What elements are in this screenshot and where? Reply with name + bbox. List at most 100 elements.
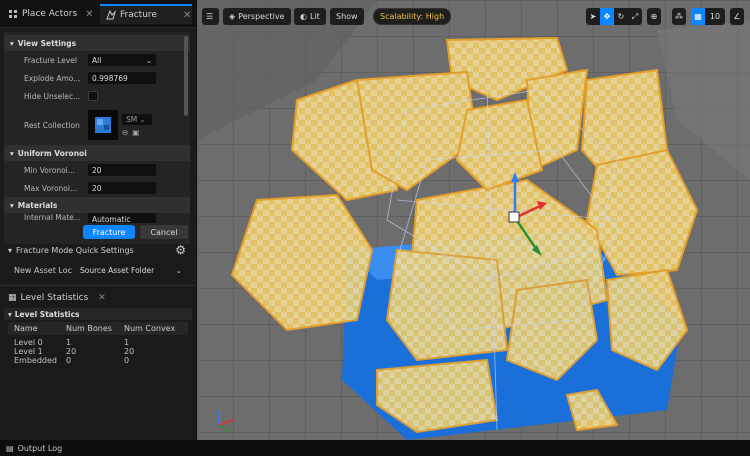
scrollbar[interactable] [184, 36, 188, 116]
table-row[interactable]: Level 1 20 20 [8, 347, 188, 356]
table-cell: Level 0 [14, 338, 43, 347]
section-materials[interactable]: ▾ Materials [4, 197, 190, 213]
internal-material-select[interactable]: Automatic [88, 213, 156, 223]
asset-actions: ⊖ ▣ [122, 128, 152, 137]
perspective-button[interactable]: ◈ Perspective [223, 8, 291, 25]
browse-icon[interactable]: ⊖ [122, 128, 128, 137]
show-label: Show [336, 12, 358, 21]
fracture-panel: ▾ View Settings Fracture Level All ⌄ Exp… [4, 32, 190, 244]
grid-size-value[interactable]: 10 [705, 8, 725, 25]
new-asset-select[interactable]: Source Asset Folder ⌄ [76, 263, 186, 277]
viewport[interactable]: ☰ ◈ Perspective ◐ Lit Show Scalability: … [197, 0, 750, 440]
lit-icon: ◐ [300, 12, 307, 21]
table-cell: 1 [124, 338, 130, 347]
gear-icon[interactable]: ⚙ [175, 243, 186, 257]
select-mode-button[interactable]: ➤ [586, 8, 600, 25]
chevron-down-icon: ▾ [10, 148, 14, 158]
close-icon[interactable]: ✕ [183, 10, 191, 21]
min-voronoi-label: Min Voronoi... [24, 165, 75, 175]
fracture-icon [106, 9, 117, 20]
column-header: Num Convex [124, 324, 176, 333]
close-icon[interactable]: ✕ [85, 9, 93, 20]
scene [197, 0, 750, 440]
section-level-statistics[interactable]: ▾ Level Statistics [4, 308, 192, 320]
world-local-button[interactable]: ⊕ [647, 8, 661, 25]
hide-unselected-checkbox[interactable] [88, 91, 98, 101]
fracture-button[interactable]: Fracture [83, 225, 135, 239]
lit-button[interactable]: ◐ Lit [294, 8, 326, 25]
section-view-settings[interactable]: ▾ View Settings [4, 35, 190, 51]
chevron-down-icon: ⌄ [145, 55, 152, 65]
viewport-toolbar: ☰ ◈ Perspective ◐ Lit Show Scalability: … [197, 0, 750, 32]
new-asset-label: New Asset Loc [14, 265, 72, 275]
rest-collection-thumbnail[interactable] [88, 110, 118, 140]
perspective-label: Perspective [238, 12, 285, 21]
max-voronoi-input[interactable]: 20 [88, 182, 156, 194]
scale-icon: ⤢ [631, 11, 639, 21]
translate-mode-button[interactable]: ✥ [600, 8, 614, 25]
quick-settings-title: Fracture Mode Quick Settings [16, 245, 134, 255]
rotation-snap-button[interactable]: ∠ [730, 8, 744, 25]
explode-label: Explode Amo... [24, 73, 81, 83]
table-row[interactable]: Embedded 0 0 [8, 356, 188, 365]
section-label: Materials [17, 200, 58, 210]
min-voronoi-row: Min Voronoi... 20 [4, 161, 190, 179]
table-cell: Embedded [14, 356, 58, 365]
output-log-icon: ▤ [6, 443, 14, 453]
chevron-down-icon: ▾ [10, 200, 14, 210]
internal-material-row: Internal Mate... Automatic [4, 213, 190, 223]
move-icon: ✥ [603, 12, 611, 21]
section-label: Uniform Voronoi [17, 148, 87, 158]
cancel-button[interactable]: Cancel [140, 225, 188, 239]
show-button[interactable]: Show [330, 8, 364, 25]
tab-place-actors[interactable]: Place Actors ✕ [2, 4, 100, 24]
explode-row: Explode Amo... 0.998769 [4, 69, 190, 87]
cube-icon: ◈ [229, 12, 236, 21]
section-uniform-voronoi[interactable]: ▾ Uniform Voronoi [4, 145, 190, 161]
column-header: Num Bones [66, 324, 112, 333]
table-row[interactable]: Level 0 1 1 [8, 338, 188, 347]
rest-collection-row: Rest Collection SM ⌄ ⊖ ▣ [4, 105, 190, 145]
folder-icon[interactable]: ▣ [132, 128, 139, 137]
explode-amount-input[interactable]: 0.998769 [88, 72, 156, 84]
scalability-badge[interactable]: Scalability: High [373, 8, 452, 25]
grid-snap-button[interactable]: ▦ [691, 8, 705, 25]
tab-level-statistics[interactable]: ▦ Level Statistics ✕ [2, 289, 112, 307]
chevron-down-icon: ⌄ [139, 114, 146, 124]
fracture-level-select[interactable]: All ⌄ [88, 54, 156, 66]
viewport-menu-button[interactable]: ☰ [202, 8, 219, 25]
new-asset-value: Source Asset Folder [80, 265, 155, 275]
snap-icon: ⁂ [675, 12, 683, 21]
left-panel: Place Actors ✕ Fracture ✕ ▾ View Setting… [0, 0, 196, 456]
stats-table: Level 0 1 1 Level 1 20 20 Embedded 0 0 [8, 338, 188, 365]
output-log-button[interactable]: Output Log [18, 444, 63, 453]
rotate-mode-button[interactable]: ↻ [614, 8, 628, 25]
chevron-down-icon: ▾ [8, 309, 12, 319]
fracture-level-row: Fracture Level All ⌄ [4, 51, 190, 69]
tab-place-actors-label: Place Actors [22, 9, 78, 19]
min-voronoi-input[interactable]: 20 [88, 164, 156, 176]
section-label: View Settings [17, 38, 77, 48]
place-actors-icon [8, 9, 18, 19]
chevron-down-icon: ▾ [10, 38, 14, 48]
chevron-down-icon: ⌄ [175, 265, 182, 275]
new-asset-row: New Asset Loc Source Asset Folder ⌄ [4, 262, 190, 278]
table-cell: 0 [66, 356, 72, 365]
table-cell: 0 [124, 356, 130, 365]
grid-icon: ▦ [694, 12, 702, 21]
tab-bar: Place Actors ✕ Fracture ✕ [0, 0, 196, 28]
status-bar: ▤ Output Log [0, 440, 750, 456]
asset-type-select[interactable]: SM ⌄ [122, 113, 152, 125]
fracture-level-label: Fracture Level [24, 55, 77, 65]
internal-material-label: Internal Mate... [24, 213, 82, 222]
fracture-level-value: All [92, 55, 102, 65]
close-icon[interactable]: ✕ [98, 293, 106, 303]
table-cell: 1 [66, 338, 72, 347]
surface-snap-button[interactable]: ⁂ [672, 8, 686, 25]
stats-icon: ▦ [8, 293, 17, 303]
tab-fracture[interactable]: Fracture ✕ [100, 4, 192, 24]
max-voronoi-label: Max Voronoi... [24, 183, 78, 193]
scale-mode-button[interactable]: ⤢ [628, 8, 642, 25]
quick-settings-header[interactable]: ▾ Fracture Mode Quick Settings ⚙ [4, 242, 190, 258]
angle-icon: ∠ [733, 12, 741, 21]
